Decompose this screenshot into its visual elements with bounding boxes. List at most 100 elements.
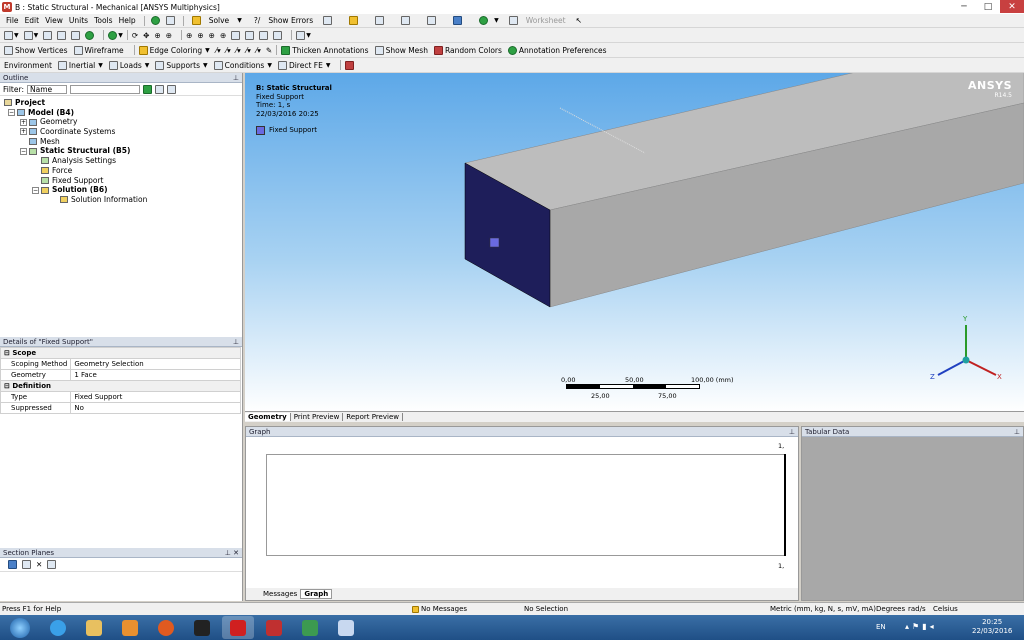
details-section-definition[interactable]: ⊟ Definition [0,380,241,392]
body-icon[interactable] [108,30,118,40]
check-icon[interactable] [150,16,160,25]
tray-icons[interactable]: ▴⚑▮◂ [905,622,937,631]
body-select-icon[interactable] [85,30,95,40]
supports-button[interactable]: Supports ▼ [155,60,208,70]
clock[interactable]: 20:25 22/03/2016 [972,618,1012,636]
taskbar-firefox[interactable] [150,616,182,639]
status-messages[interactable]: No Messages [412,605,467,613]
filter-collapse-icon[interactable] [154,84,164,94]
taskbar-explorer[interactable] [78,616,110,639]
delete-section-plane-icon[interactable]: ✕ [36,560,42,569]
details-row[interactable]: Type Fixed Support [0,391,241,403]
maximize-button[interactable]: □ [976,0,1000,13]
menu-edit[interactable]: Edit [25,16,40,25]
taskbar-ansys[interactable] [186,616,218,639]
toolbar-icon-d[interactable] [401,16,411,25]
cursor-help-icon[interactable]: ↖ [576,16,582,25]
close-button[interactable]: ✕ [1000,0,1024,13]
triad[interactable]: Y X Z [930,315,1002,381]
loads-button[interactable]: Loads ▼ [108,60,149,70]
tab-print-preview[interactable]: Print Preview [291,413,344,421]
edge-coloring-button[interactable]: Edge Coloring ▼ [138,45,210,55]
zoom-icon[interactable]: ⊕ [154,31,160,40]
select-mode-icon[interactable] [23,30,33,40]
commands-icon[interactable] [345,60,355,70]
graph-pin-icon[interactable]: ⊥ [789,428,795,436]
new-section-plane-icon[interactable] [8,560,17,569]
taskbar-solidworks[interactable] [258,616,290,639]
status-angle[interactable]: Degrees [876,605,905,613]
tree-item-coordinate-systems[interactable]: + Coordinate Systems [4,127,242,137]
random-colors-button[interactable]: Random Colors [433,45,502,55]
tree-item-mesh[interactable]: Mesh [4,137,242,147]
details-row[interactable]: Scoping Method Geometry Selection [0,358,241,370]
filter-expand-icon[interactable] [166,84,176,94]
tree-item-project[interactable]: Project [4,98,242,108]
tab-graph[interactable]: Graph [300,589,333,599]
show-errors-button[interactable]: ?/Show Errors [252,16,317,25]
worksheet-button[interactable]: Worksheet [507,16,570,25]
viewport-icon[interactable] [296,30,306,40]
filter-refresh-icon[interactable] [142,84,152,94]
toolbar-icon-b[interactable] [349,16,359,25]
face-select-icon[interactable] [71,30,81,40]
show-vertices-button[interactable]: Show Vertices [4,45,68,55]
annotation-preferences-button[interactable]: Annotation Preferences [507,45,607,55]
tab-report-preview[interactable]: Report Preview [343,413,403,421]
details-pin-icon[interactable]: ⊥ [233,338,239,346]
language-indicator[interactable]: EN [876,623,886,631]
show-section-plane-icon[interactable] [47,560,57,569]
menu-help[interactable]: Help [119,16,136,25]
edge-select-icon[interactable] [57,30,67,40]
status-rate[interactable]: rad/s [908,605,926,613]
taskbar-app-2[interactable] [330,616,362,639]
zoom-box-icon[interactable]: ⊕ [197,31,203,40]
details-row[interactable]: Suppressed No [0,402,241,414]
section-planes-close-icon[interactable]: ⊥ ✕ [225,549,239,557]
solve-button[interactable]: Solve ▼ [190,16,246,25]
tab-geometry[interactable]: Geometry [245,413,291,421]
status-units[interactable]: Metric (mm, kg, N, s, mV, mA) [770,605,876,613]
details-section-scope[interactable]: ⊟ Scope [0,347,241,359]
tabular-pin-icon[interactable]: ⊥ [1014,428,1020,436]
edit-section-plane-icon[interactable] [22,560,31,569]
previous-view-icon[interactable] [231,30,241,40]
direct-fe-button[interactable]: Direct FE ▼ [277,60,330,70]
tree-item-static-structural[interactable]: − Static Structural (B5) [4,146,242,156]
show-mesh-button[interactable]: Show Mesh [374,45,428,55]
tree-item-model[interactable]: − Model (B4) [4,108,242,118]
tree-nav-icon[interactable] [165,16,175,25]
toolbar-icon-e[interactable] [427,16,437,25]
thicken-annotations-button[interactable]: Thicken Annotations [281,45,369,55]
menu-tools[interactable]: Tools [94,16,112,25]
label-icon[interactable] [273,30,283,40]
conditions-button[interactable]: Conditions ▼ [213,60,272,70]
tree-item-solution[interactable]: − Solution (B6) [4,185,242,195]
taskbar-app[interactable] [294,616,326,639]
tab-messages[interactable]: Messages [260,590,300,598]
filter-select[interactable]: Name [26,84,67,94]
taskbar-mechanical[interactable] [222,616,254,639]
inertial-button[interactable]: Inertial ▼ [57,60,103,70]
select-icon[interactable] [4,30,13,40]
toolbar-icon-c[interactable] [375,16,385,25]
toolbar-icon-g[interactable] [479,16,489,25]
tree-item-solution-information[interactable]: Solution Information [4,195,242,205]
taskbar-media[interactable] [114,616,146,639]
probe-icon[interactable]: ✎ [266,46,272,55]
menu-units[interactable]: Units [69,16,88,25]
tree-item-fixed-support[interactable]: Fixed Support [4,176,242,186]
menu-view[interactable]: View [45,16,63,25]
model-canvas[interactable]: Y X Z [245,73,1024,412]
tree-item-force[interactable]: Force [4,166,242,176]
iso-view-icon[interactable] [259,30,269,40]
vertex-select-icon[interactable] [43,30,53,40]
graph-plot-area[interactable] [266,454,786,556]
graphics-viewport[interactable]: Y X Z B: Static Structural Fixed Support… [245,73,1024,412]
status-temperature[interactable]: Celsius [933,605,958,613]
toolbar-icon-a[interactable] [323,16,333,25]
filter-input[interactable] [69,84,140,94]
wireframe-button[interactable]: Wireframe [73,45,124,55]
next-view-icon[interactable] [245,30,255,40]
details-row[interactable]: Geometry 1 Face [0,369,241,381]
